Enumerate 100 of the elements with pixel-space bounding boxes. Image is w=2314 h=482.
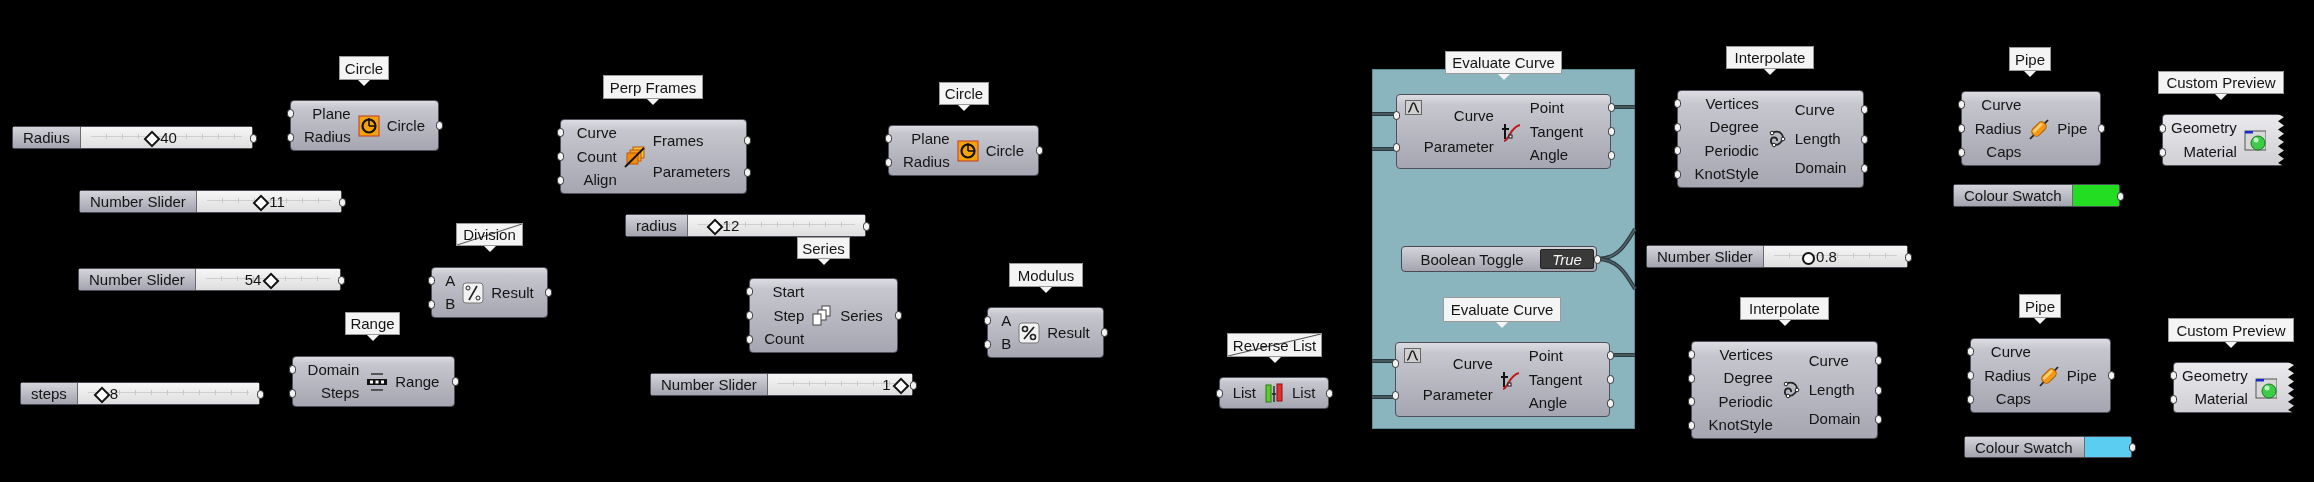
port-icon[interactable] — [1606, 375, 1614, 384]
port-icon[interactable] — [1673, 169, 1681, 179]
port-icon[interactable] — [435, 121, 443, 130]
slider-track[interactable]: 40 — [80, 127, 252, 148]
component-body[interactable]: Vertices Degree Periodic KnotStyle Curve Length Domain — [1677, 90, 1864, 188]
port-icon[interactable] — [1860, 164, 1868, 173]
component-body[interactable]: Plane Radius Circle — [290, 100, 439, 151]
port-icon[interactable] — [1905, 252, 1912, 262]
port-icon[interactable] — [1687, 350, 1695, 360]
slider-thumb[interactable] — [892, 377, 909, 394]
port-icon[interactable] — [451, 377, 459, 386]
port-icon[interactable] — [286, 132, 294, 142]
port-icon[interactable] — [1687, 420, 1695, 430]
port-icon[interactable] — [556, 128, 564, 138]
port-icon[interactable] — [2158, 123, 2166, 133]
number-slider[interactable]: Number Slider 0.8 — [1646, 245, 1908, 268]
number-slider[interactable]: Number Slider 11 — [79, 190, 342, 213]
slider-thumb[interactable] — [252, 194, 270, 211]
component-body[interactable]: Geometry Material — [2162, 114, 2284, 166]
component-body[interactable]: Plane Radius Circle — [888, 125, 1039, 176]
port-icon[interactable] — [1966, 347, 1974, 357]
component-body[interactable]: Domain Steps Range — [292, 356, 455, 407]
component-body[interactable]: Curve Count Align Frames Parameters — [560, 119, 747, 194]
port-icon[interactable] — [1874, 415, 1882, 424]
port-icon[interactable] — [1957, 147, 1965, 157]
port-icon[interactable] — [2169, 371, 2177, 381]
port-icon[interactable] — [288, 365, 296, 375]
port-icon[interactable] — [1392, 111, 1400, 121]
component-body[interactable]: Vertices Degree Periodic KnotStyle Curve Length Domain — [1691, 341, 1878, 439]
port-icon[interactable] — [1874, 385, 1882, 395]
port-icon[interactable] — [1687, 397, 1695, 407]
port-icon[interactable] — [2169, 394, 2177, 404]
port-icon[interactable] — [286, 109, 294, 119]
port-icon[interactable] — [1860, 134, 1868, 144]
port-icon[interactable] — [1606, 351, 1614, 361]
port-icon[interactable] — [1594, 255, 1601, 264]
port-icon[interactable] — [288, 388, 296, 398]
port-icon[interactable] — [894, 311, 902, 320]
port-icon[interactable] — [910, 380, 917, 390]
port-icon[interactable] — [1966, 394, 1974, 404]
port-icon[interactable] — [1673, 146, 1681, 156]
port-icon[interactable] — [1606, 398, 1614, 408]
port-icon[interactable] — [1607, 127, 1615, 136]
port-icon[interactable] — [1860, 105, 1868, 114]
boolean-toggle[interactable]: Boolean Toggle True — [1401, 246, 1597, 272]
component-body[interactable]: List List — [1219, 377, 1329, 409]
port-icon[interactable] — [1325, 388, 1333, 398]
port-icon[interactable] — [2117, 191, 2124, 201]
slider-track[interactable]: 11 — [196, 191, 341, 212]
port-icon[interactable] — [556, 152, 564, 161]
preview-icon[interactable] — [1404, 348, 1421, 363]
port-icon[interactable] — [1673, 99, 1681, 109]
colour-swatch[interactable]: Colour Swatch — [1953, 184, 2120, 207]
slider-track[interactable]: 54 — [195, 269, 340, 290]
component-body[interactable]: Curve Parameter Point Tangent Angle — [1395, 342, 1610, 417]
port-icon[interactable] — [339, 197, 346, 207]
toggle-value[interactable]: True — [1540, 249, 1594, 269]
port-icon[interactable] — [427, 299, 435, 309]
port-icon[interactable] — [1957, 100, 1965, 110]
number-slider[interactable]: Number Slider 1 — [650, 373, 913, 396]
port-icon[interactable] — [1391, 359, 1399, 369]
port-icon[interactable] — [745, 287, 753, 297]
port-icon[interactable] — [745, 334, 753, 344]
slider-track[interactable]: 0.8 — [1763, 246, 1907, 267]
slider-track[interactable]: 12 — [687, 215, 865, 236]
port-icon[interactable] — [1215, 388, 1223, 398]
port-icon[interactable] — [556, 175, 564, 185]
component-body[interactable]: Geometry Material — [2173, 362, 2294, 413]
component-body[interactable]: A B Result — [431, 267, 548, 318]
port-icon[interactable] — [250, 133, 257, 143]
port-icon[interactable] — [1673, 122, 1681, 132]
number-slider[interactable]: radius 12 — [625, 214, 866, 237]
component-body[interactable]: A B Result — [987, 307, 1104, 358]
port-icon[interactable] — [983, 339, 991, 349]
port-icon[interactable] — [1607, 150, 1615, 160]
port-icon[interactable] — [1874, 356, 1882, 365]
port-icon[interactable] — [863, 221, 870, 231]
port-icon[interactable] — [743, 167, 751, 177]
port-icon[interactable] — [1391, 390, 1399, 400]
port-icon[interactable] — [338, 275, 345, 285]
component-body[interactable]: Curve Radius Caps Pipe — [1961, 91, 2101, 166]
port-icon[interactable] — [1392, 142, 1400, 152]
port-icon[interactable] — [884, 134, 892, 144]
component-body[interactable]: Curve Radius Caps Pipe — [1970, 338, 2111, 413]
port-icon[interactable] — [745, 311, 753, 320]
port-icon[interactable] — [1607, 103, 1615, 113]
port-icon[interactable] — [2129, 443, 2136, 452]
port-icon[interactable] — [427, 276, 435, 286]
number-slider[interactable]: Radius 40 — [12, 126, 253, 149]
port-icon[interactable] — [2107, 371, 2115, 380]
number-slider[interactable]: steps 8 — [20, 382, 260, 405]
port-icon[interactable] — [983, 316, 991, 326]
preview-icon[interactable] — [1405, 100, 1422, 115]
port-icon[interactable] — [1966, 371, 1974, 380]
colour-swatch[interactable]: Colour Swatch — [1964, 436, 2132, 458]
slider-thumb[interactable] — [1802, 251, 1816, 265]
port-icon[interactable] — [544, 288, 552, 297]
port-icon[interactable] — [1035, 146, 1043, 155]
port-icon[interactable] — [1100, 328, 1108, 337]
number-slider[interactable]: Number Slider 54 — [78, 268, 341, 291]
